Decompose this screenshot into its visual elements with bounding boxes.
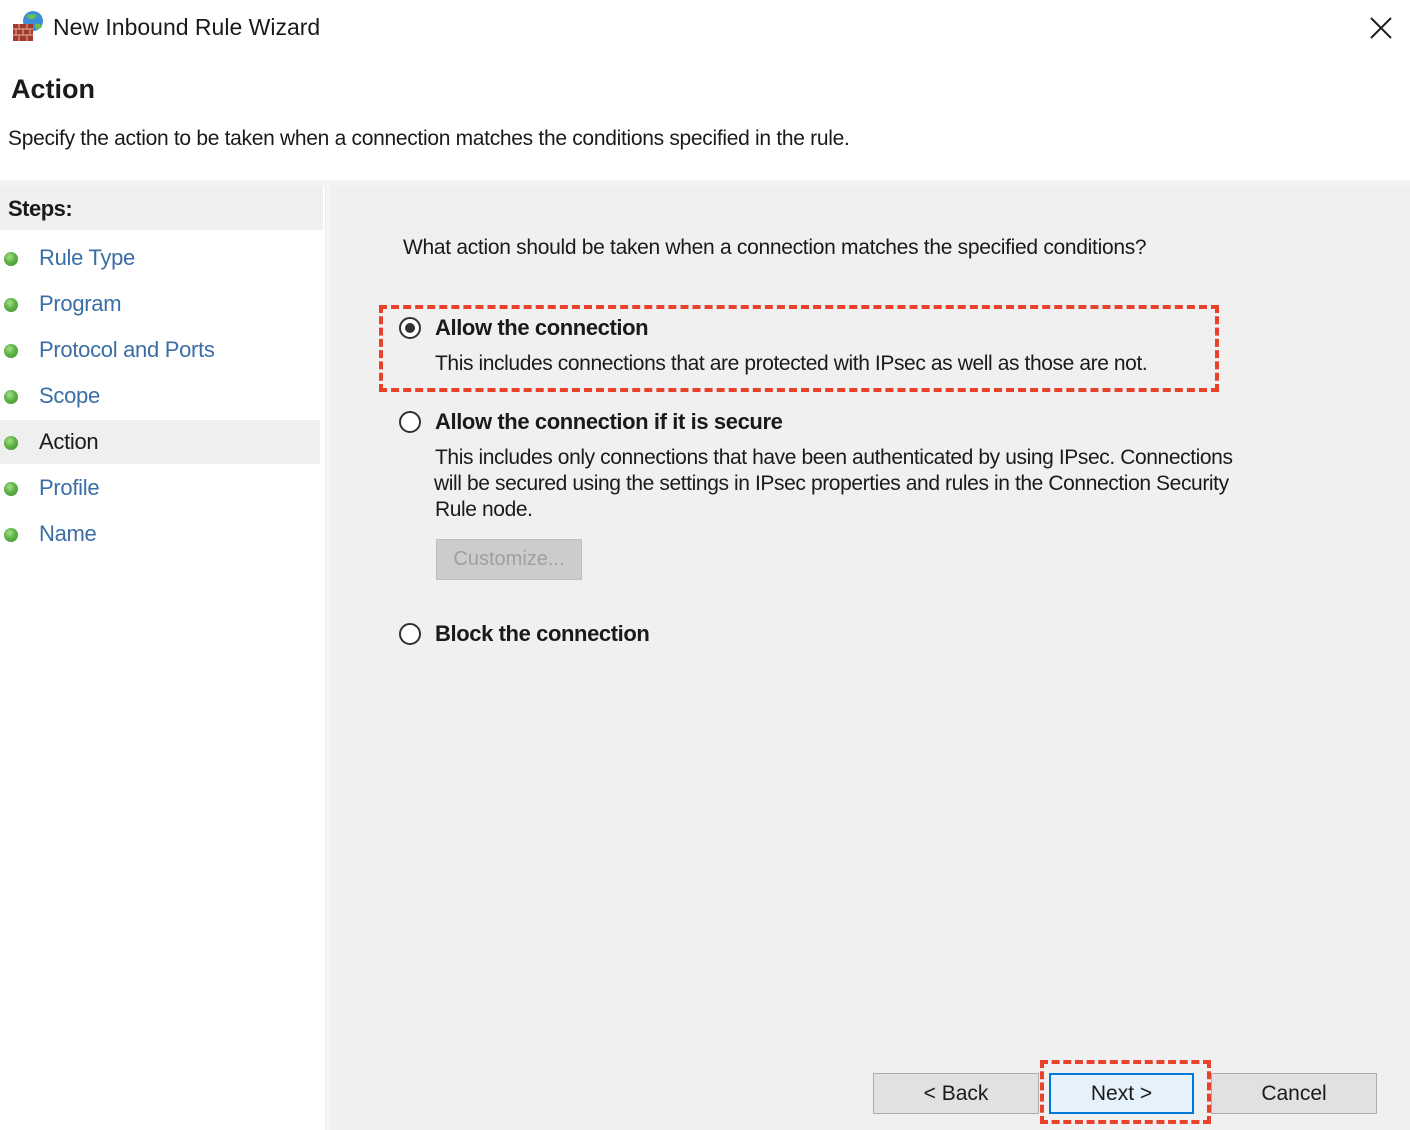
step-complete-icon — [4, 436, 18, 450]
allow-if-secure-radio[interactable] — [399, 411, 421, 433]
step-action[interactable]: Action — [0, 420, 320, 464]
step-label: Rule Type — [39, 245, 135, 270]
page-title: Action — [11, 74, 95, 104]
block-connection-label[interactable]: Block the connection — [435, 621, 650, 647]
content-panel: What action should be taken when a conne… — [330, 186, 1410, 1130]
step-profile[interactable]: Profile — [0, 466, 320, 510]
wizard-header: Action Specify the action to be taken wh… — [0, 56, 1410, 180]
title-bar: New Inbound Rule Wizard — [0, 0, 1410, 56]
next-button[interactable]: Next > — [1049, 1073, 1194, 1114]
allow-connection-label[interactable]: Allow the connection — [435, 315, 649, 341]
allow-connection-description: This includes connections that are prote… — [435, 352, 1148, 375]
step-rule-type[interactable]: Rule Type — [0, 236, 320, 280]
step-complete-icon — [4, 344, 18, 358]
step-complete-icon — [4, 482, 18, 496]
block-connection-radio[interactable] — [399, 623, 421, 645]
step-protocol-and-ports[interactable]: Protocol and Ports — [0, 328, 320, 372]
step-complete-icon — [4, 252, 18, 266]
window-title: New Inbound Rule Wizard — [53, 14, 321, 40]
step-label: Profile — [39, 475, 100, 500]
allow-if-secure-description-line-1: This includes only connections that have… — [435, 446, 1233, 469]
step-label: Protocol and Ports — [39, 337, 215, 362]
close-icon — [1370, 17, 1392, 39]
step-scope[interactable]: Scope — [0, 374, 320, 418]
steps-heading-label: Steps: — [8, 196, 73, 221]
step-label: Program — [39, 291, 122, 316]
step-complete-icon — [4, 528, 18, 542]
allow-if-secure-description-line-3: Rule node. — [435, 498, 533, 521]
action-question: What action should be taken when a conne… — [403, 236, 1147, 259]
step-label: Scope — [39, 383, 100, 408]
allow-if-secure-label[interactable]: Allow the connection if it is secure — [435, 409, 783, 435]
firewall-globe-icon — [13, 11, 43, 41]
customize-button: Customize... — [436, 539, 582, 580]
close-button[interactable] — [1360, 8, 1402, 48]
step-complete-icon — [4, 298, 18, 312]
step-label: Name — [39, 521, 97, 546]
allow-connection-radio[interactable] — [399, 317, 421, 339]
cancel-button[interactable]: Cancel — [1211, 1073, 1377, 1114]
allow-if-secure-description-line-2: will be secured using the settings in IP… — [434, 472, 1229, 495]
page-description: Specify the action to be taken when a co… — [8, 127, 850, 150]
step-program[interactable]: Program — [0, 282, 320, 326]
step-complete-icon — [4, 390, 18, 404]
step-name[interactable]: Name — [0, 512, 320, 556]
steps-heading: Steps: — [0, 186, 323, 230]
step-label: Action — [39, 429, 99, 454]
back-button[interactable]: < Back — [873, 1073, 1039, 1114]
steps-panel: Steps: Rule Type Program Protocol and Po… — [0, 186, 325, 1130]
